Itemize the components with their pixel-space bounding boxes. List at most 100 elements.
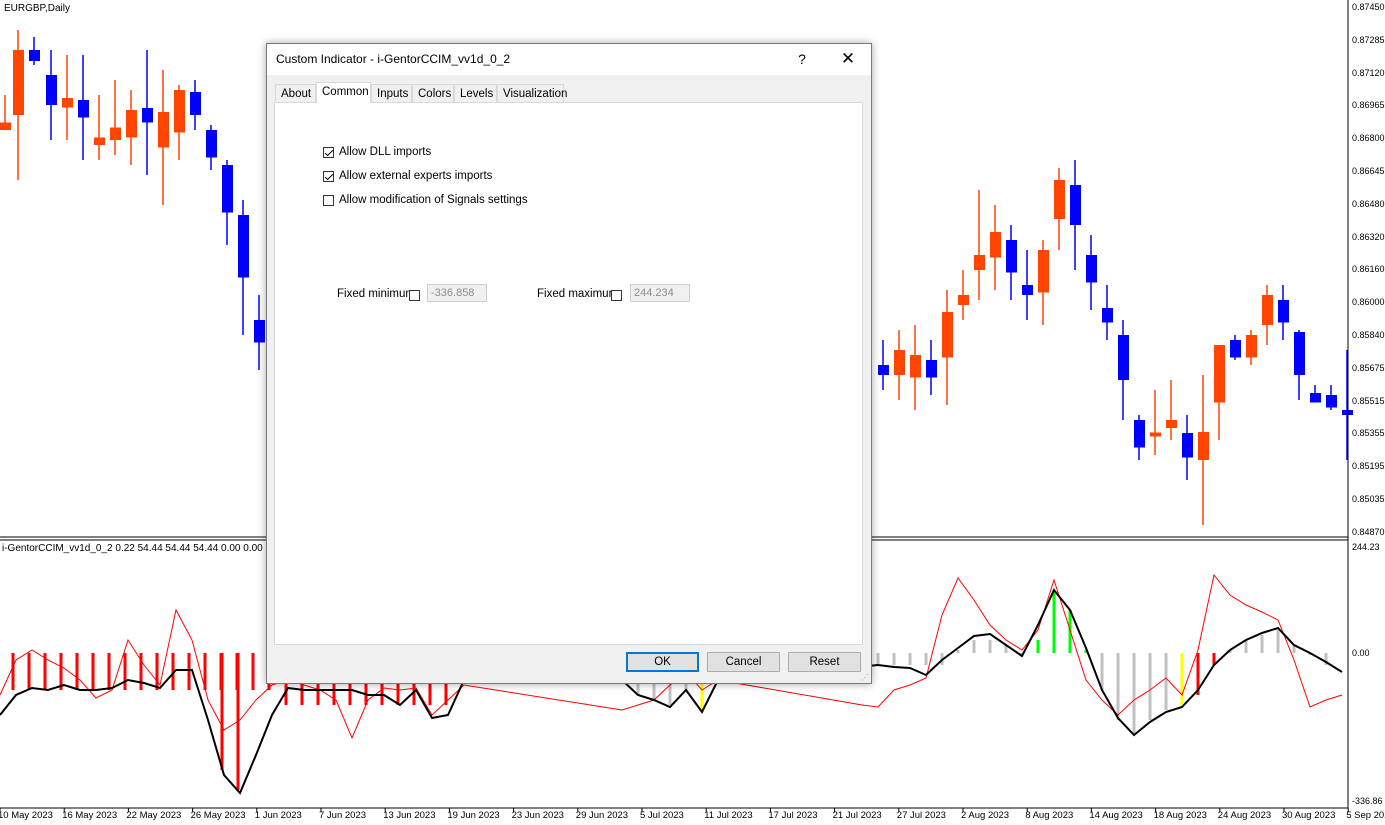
candle-body [29,50,40,61]
candle-body [1150,432,1161,437]
date-axis-label: 22 May 2023 [126,810,182,821]
fixed-maximum-input[interactable] [630,284,690,302]
price-axis-label: 0.86645 [1352,166,1385,176]
date-axis-label: 5 Jul 2023 [640,810,684,821]
price-axis-label: 0.87450 [1352,2,1385,12]
date-axis-label: 27 Jul 2023 [896,810,946,821]
fixed-minimum-checkbox[interactable] [409,290,420,301]
candle-body [878,365,889,375]
allow-signals-modification-row[interactable]: Allow modification of Signals settings [323,194,528,206]
date-axis-label: 11 Jul 2023 [704,810,753,821]
candle-body [1262,295,1273,325]
candle-body [142,108,153,123]
allow-external-experts-label: Allow external experts imports [339,170,493,182]
date-axis-label: 19 Jun 2023 [447,810,500,821]
candle-body [62,98,73,108]
candle-body [926,360,937,378]
date-axis-label: 7 Jun 2023 [319,810,367,821]
candle-body [910,355,921,378]
candle-body [0,122,11,130]
price-axis-label: 0.85355 [1352,428,1385,439]
candle-body [238,215,249,278]
dialog-title: Custom Indicator - i-GentorCCIM_vv1d_0_2 [276,52,511,66]
candle-body [206,130,217,158]
candle-body [1022,285,1033,295]
allow-signals-modification-checkbox[interactable] [323,194,334,206]
candle-body [13,50,24,115]
fixed-maximum-checkbox[interactable] [611,290,622,301]
price-axis-label: 0.86965 [1352,100,1385,111]
date-axis-label: 29 Jun 2023 [575,810,629,821]
reset-button[interactable]: Reset [788,652,861,672]
candle-body [1134,420,1145,448]
allow-dll-imports-checkbox[interactable] [323,146,334,158]
date-axis-label: 2 Aug 2023 [961,810,1010,821]
date-axis-label: 23 Jun 2023 [511,810,564,821]
date-axis-label: 24 Aug 2023 [1217,810,1272,821]
price-axis-label: 0.87120 [1352,67,1385,78]
price-axis-label: 0.85035 [1352,494,1385,504]
cancel-button[interactable]: Cancel [707,652,780,672]
candle-body [1182,433,1193,458]
candle-body [1278,300,1289,323]
candle-body [1294,332,1305,375]
help-icon[interactable]: ? [787,46,817,72]
allow-signals-modification-label: Allow modification of Signals settings [339,194,528,206]
date-axis-label: 13 Jun 2023 [383,810,436,821]
price-axis-label: 0.85675 [1352,362,1385,373]
candle-body [1214,345,1225,403]
date-axis-label: 8 Aug 2023 [1025,810,1074,821]
indicator-axis-min: -336.86 [1352,796,1383,806]
candle-body [254,320,265,343]
candle-body [1310,393,1321,403]
resize-grip-icon[interactable]: ⋰ [861,673,869,682]
date-axis-label: 21 Jul 2023 [832,810,882,821]
dialog-titlebar[interactable]: Custom Indicator - i-GentorCCIM_vv1d_0_2… [267,44,871,75]
price-axis-label: 0.86320 [1352,231,1385,242]
candle-body [1006,240,1017,273]
indicator-axis-max: 244.23 [1352,542,1380,552]
price-axis-label: 0.86480 [1352,198,1385,209]
price-axis-label: 0.86000 [1352,297,1385,308]
indicator-label: i-GentorCCIM_vv1d_0_2 0.22 54.44 54.44 5… [2,543,263,554]
tab-inputs[interactable]: Inputs [371,84,412,102]
candle-body [94,137,105,145]
candle-body [1086,255,1097,283]
tab-colors[interactable]: Colors [412,84,454,102]
date-axis-label: 30 Aug 2023 [1282,810,1336,821]
date-axis-label: 5 Sep 2023 [1346,810,1385,821]
price-axis-label: 0.87285 [1352,34,1385,45]
tab-levels[interactable]: Levels [454,84,497,102]
candle-body [1070,185,1081,225]
date-axis-label: 14 Aug 2023 [1089,810,1143,821]
price-axis-label: 0.86800 [1352,133,1385,144]
allow-external-experts-checkbox[interactable] [323,170,334,182]
fixed-minimum-input[interactable] [427,284,487,302]
close-icon[interactable]: ✕ [833,46,863,72]
allow-external-experts-row[interactable]: Allow external experts imports [323,170,492,182]
ok-button[interactable]: OK [626,652,699,672]
candle-body [78,100,89,118]
allow-dll-imports-label: Allow DLL imports [339,146,432,158]
date-axis-label: 26 May 2023 [190,810,246,821]
candle-body [1166,420,1177,428]
symbol-label: EURGBP,Daily [4,3,70,14]
tab-common[interactable]: Common [316,82,371,103]
candle-body [222,165,233,213]
candle-body [126,110,137,138]
price-axis-label: 0.85195 [1352,461,1385,472]
candle-body [894,350,905,375]
price-axis-label: 0.85515 [1352,395,1385,406]
candle-body [158,112,169,148]
tab-visualization[interactable]: Visualization [497,84,567,102]
candle-body [110,127,121,140]
tab-about[interactable]: About [275,84,316,102]
date-axis-label: 18 Aug 2023 [1153,810,1207,821]
allow-dll-imports-row[interactable]: Allow DLL imports [323,146,431,158]
price-axis-label: 0.86160 [1352,264,1385,275]
candle-body [1038,250,1049,293]
candle-body [990,232,1001,258]
candle-body [942,312,953,358]
custom-indicator-dialog: Custom Indicator - i-GentorCCIM_vv1d_0_2… [266,43,872,684]
candle-body [1230,340,1241,358]
